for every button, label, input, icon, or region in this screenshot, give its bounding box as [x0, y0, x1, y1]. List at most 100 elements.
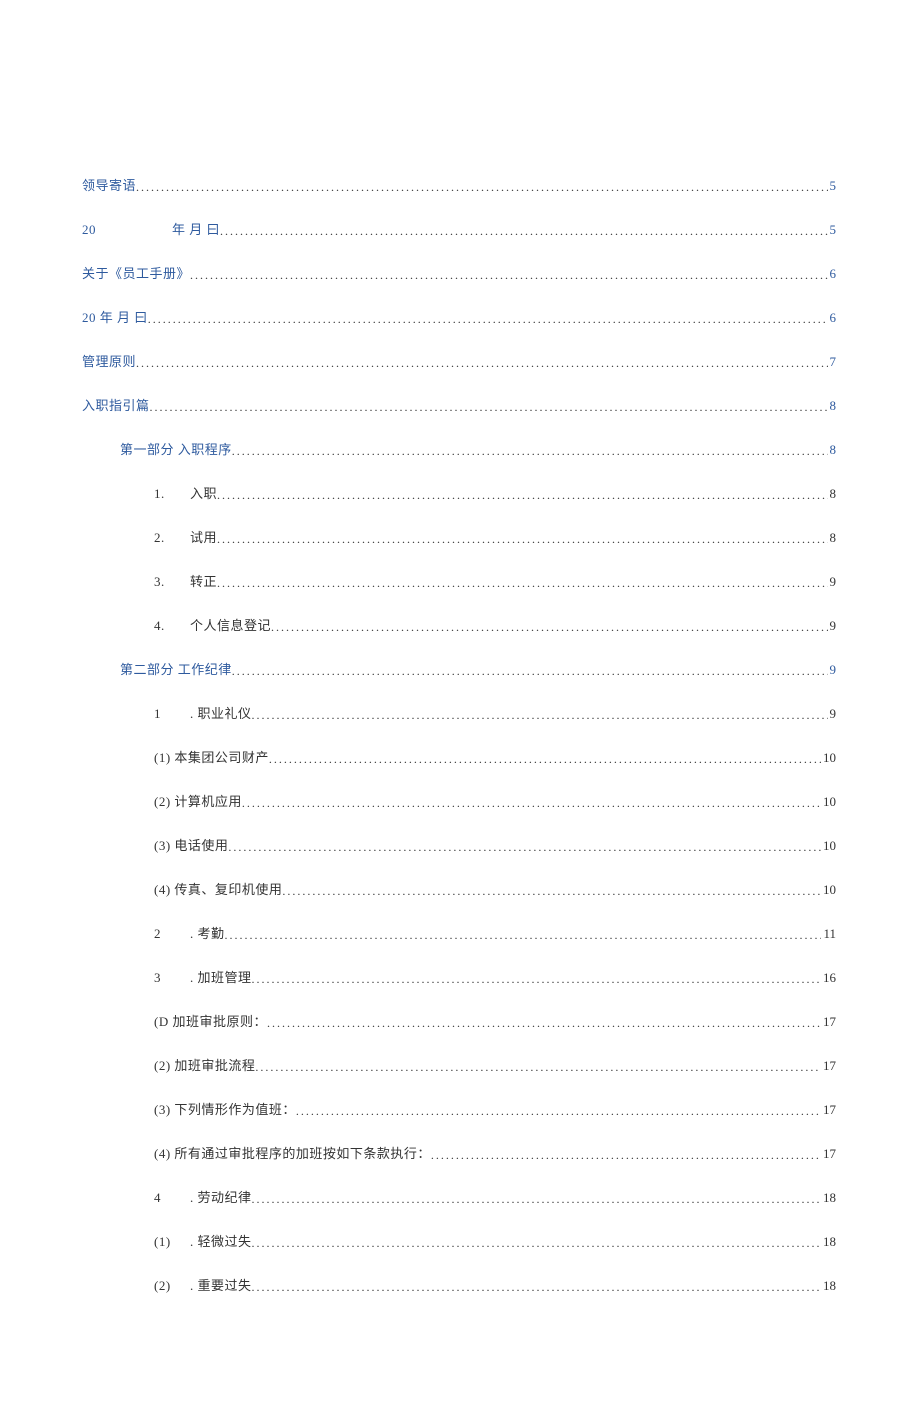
- toc-leader-dots: [296, 1104, 821, 1118]
- toc-entry-page: 10: [821, 882, 836, 898]
- toc-entry[interactable]: 3.转正 9: [82, 571, 836, 590]
- toc-entry[interactable]: 2. 考勤11: [82, 923, 836, 942]
- toc-entry[interactable]: 入职指引篇 8: [82, 395, 836, 414]
- toc-leader-dots: [136, 356, 827, 370]
- toc-entry-label: 管理原则: [82, 351, 136, 370]
- toc-entry-label: 4. 劳动纪律: [154, 1187, 252, 1206]
- toc-entry[interactable]: (2). 重要过失 18: [82, 1275, 836, 1294]
- toc-entry-label: 4.个人信息登记: [154, 615, 271, 634]
- toc-leader-dots: [282, 884, 821, 898]
- toc-entry-label: (3) 下列情形作为值班：: [154, 1099, 296, 1118]
- toc-entry[interactable]: (2) 加班审批流程 17: [82, 1055, 836, 1074]
- toc-entry[interactable]: 领导寄语 5: [82, 175, 836, 194]
- toc-entry[interactable]: (1) 本集团公司财产 10: [82, 747, 836, 766]
- toc-entry-label: 3. 加班管理: [154, 967, 252, 986]
- document-page: 领导寄语520年 月 曰5关于《员工手册》620 年 月 曰6管理原则7入职指引…: [0, 0, 920, 1419]
- toc-entry-page: 6: [828, 266, 837, 282]
- toc-entry[interactable]: 20 年 月 曰6: [82, 307, 836, 326]
- toc-leader-dots: [242, 796, 821, 810]
- toc-entry[interactable]: 管理原则 7: [82, 351, 836, 370]
- toc-leader-dots: [217, 488, 827, 502]
- toc-entry[interactable]: (4) 传真、复印机使用 10: [82, 879, 836, 898]
- toc-entry[interactable]: (D 加班审批原则： 17: [82, 1011, 836, 1030]
- toc-entry-label: 第二部分 工作纪律: [120, 659, 232, 678]
- toc-entry[interactable]: 第一部分 入职程序 8: [82, 439, 836, 458]
- toc-leader-dots: [431, 1148, 821, 1162]
- toc-entry-page: 18: [821, 1234, 836, 1250]
- toc-leader-dots: [190, 268, 827, 282]
- toc-entry-page: 17: [821, 1146, 836, 1162]
- toc-entry-label: 2.试用: [154, 527, 217, 546]
- toc-entry-page: 8: [828, 530, 837, 546]
- toc-entry[interactable]: 20年 月 曰5: [82, 219, 836, 238]
- toc-entry[interactable]: (3) 下列情形作为值班： 17: [82, 1099, 836, 1118]
- toc-leader-dots: [271, 620, 827, 634]
- toc-entry-label: (2) 加班审批流程: [154, 1055, 255, 1074]
- toc-leader-dots: [255, 1060, 821, 1074]
- toc-entry-page: 7: [828, 354, 837, 370]
- toc-entry-page: 18: [821, 1190, 836, 1206]
- toc-entry-page: 18: [821, 1278, 836, 1294]
- toc-entry-page: 10: [821, 838, 836, 854]
- toc-entry-label: (2). 重要过失: [154, 1275, 252, 1294]
- toc-entry-page: 6: [828, 310, 837, 326]
- toc-leader-dots: [217, 532, 827, 546]
- toc-leader-dots: [220, 224, 827, 238]
- toc-entry-page: 8: [828, 486, 837, 502]
- toc-entry[interactable]: 3. 加班管理 16: [82, 967, 836, 986]
- toc-entry-label: 3.转正: [154, 571, 217, 590]
- toc-entry-page: 9: [828, 706, 837, 722]
- toc-entry-label: 关于《员工手册》: [82, 263, 190, 282]
- toc-entry[interactable]: 第二部分 工作纪律 9: [82, 659, 836, 678]
- toc-leader-dots: [232, 664, 828, 678]
- toc-leader-dots: [228, 840, 821, 854]
- toc-entry-page: 9: [828, 618, 837, 634]
- toc-entry-page: 17: [821, 1102, 836, 1118]
- toc-entry-page: 17: [821, 1058, 836, 1074]
- toc-leader-dots: [225, 928, 822, 942]
- toc-entry-page: 8: [828, 442, 837, 458]
- toc-entry[interactable]: 4.个人信息登记 9: [82, 615, 836, 634]
- toc-entry[interactable]: 1. 职业礼仪 9: [82, 703, 836, 722]
- toc-leader-dots: [136, 180, 827, 194]
- toc-leader-dots: [252, 972, 821, 986]
- toc-leader-dots: [252, 1192, 821, 1206]
- toc-entry-label: (3) 电话使用: [154, 835, 228, 854]
- toc-leader-dots: [148, 312, 828, 326]
- toc-entry-label: (D 加班审批原则：: [154, 1011, 267, 1030]
- toc-entry-label: 1.入职: [154, 483, 217, 502]
- toc-entry-page: 10: [821, 794, 836, 810]
- toc-entry[interactable]: (3) 电话使用 10: [82, 835, 836, 854]
- toc-entry[interactable]: 关于《员工手册》 6: [82, 263, 836, 282]
- toc-entry[interactable]: 2.试用 8: [82, 527, 836, 546]
- toc-entry-page: 8: [828, 398, 837, 414]
- toc-leader-dots: [232, 444, 828, 458]
- toc-entry-page: 9: [828, 662, 837, 678]
- toc-entry-label: (2) 计算机应用: [154, 791, 242, 810]
- toc-entry[interactable]: 1.入职 8: [82, 483, 836, 502]
- toc-entry-label: (1). 轻微过失: [154, 1231, 252, 1250]
- toc-entry-page: 16: [821, 970, 836, 986]
- toc-leader-dots: [267, 1016, 821, 1030]
- toc-entry-label: (4) 所有通过审批程序的加班按如下条款执行：: [154, 1143, 431, 1162]
- toc-entry-label: 第一部分 入职程序: [120, 439, 232, 458]
- toc-entry-page: 9: [828, 574, 837, 590]
- toc-entry-page: 5: [828, 178, 837, 194]
- toc-entry-label: (4) 传真、复印机使用: [154, 879, 282, 898]
- toc-entry-label: 入职指引篇: [82, 395, 150, 414]
- toc-entry[interactable]: (1). 轻微过失 18: [82, 1231, 836, 1250]
- toc-entry[interactable]: (4) 所有通过审批程序的加班按如下条款执行： 17: [82, 1143, 836, 1162]
- toc-entry-label: 领导寄语: [82, 175, 136, 194]
- toc-entry-page: 17: [821, 1014, 836, 1030]
- toc-entry[interactable]: (2) 计算机应用 10: [82, 791, 836, 810]
- toc-entry-page: 5: [828, 222, 837, 238]
- toc-entry-label: (1) 本集团公司财产: [154, 747, 269, 766]
- toc-leader-dots: [252, 1280, 821, 1294]
- toc-leader-dots: [150, 400, 828, 414]
- toc-entry-page: 10: [821, 750, 836, 766]
- toc-entry-label: 1. 职业礼仪: [154, 703, 252, 722]
- toc-entry-page: 11: [821, 926, 836, 942]
- toc-leader-dots: [217, 576, 827, 590]
- toc-entry[interactable]: 4. 劳动纪律 18: [82, 1187, 836, 1206]
- toc-leader-dots: [252, 1236, 821, 1250]
